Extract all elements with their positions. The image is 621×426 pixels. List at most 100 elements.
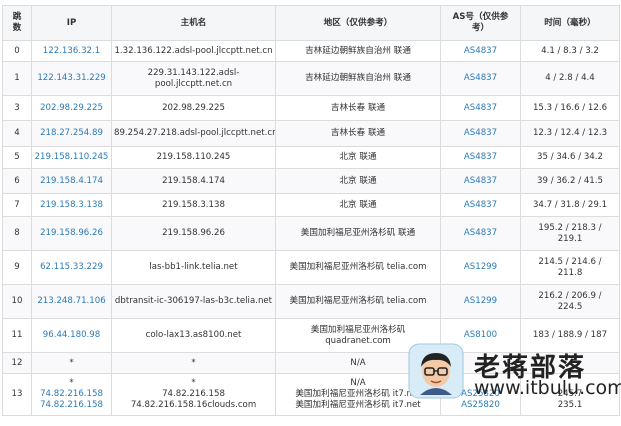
cell-time: 34.7 / 31.8 / 29.1 (520, 193, 620, 217)
cell-ip: 219.158.3.138 (31, 193, 112, 217)
table-row: 3 202.98.29.225 202.98.29.225 吉林长春 联通 AS4837… (2, 95, 620, 121)
cell-hop: 7 (2, 193, 32, 217)
as-link[interactable]: AS4837 (464, 128, 497, 138)
cell-hostname: 89.254.27.218.adsl-pool.jlccptt.net.cn (111, 120, 276, 147)
cell-hop: 11 (2, 318, 32, 353)
cell-hop: 10 (2, 284, 32, 319)
cell-time-text: 39 / 36.2 / 41.5 (537, 175, 603, 186)
cell-region-text: 吉林延边朝鲜族自治州 联通 (305, 45, 411, 56)
cell-hop: 1 (2, 61, 32, 96)
ip-link[interactable]: 219.158.96.26 (40, 228, 103, 238)
ip-link[interactable]: 219.158.3.138 (40, 200, 103, 210)
table-row: 10 213.248.71.106 dbtransit-ic-306197-las-… (2, 284, 620, 319)
cell-time-text: 183 / 188.9 / 187 (532, 330, 608, 340)
cell-time-text: 214.5 / 214.6 / (538, 256, 602, 267)
cell-hostname: 219.158.110.245 (111, 146, 276, 169)
cell-hostname-text: * (191, 357, 196, 368)
cell-region-text: 北京 联通 (339, 175, 377, 186)
cell-hostname: las-bb1-link.telia.net (111, 250, 276, 285)
cell-time: 216.2 / 206.9 /224.5 (520, 284, 620, 319)
as-link[interactable]: AS4837 (464, 200, 497, 210)
ip-link[interactable]: 122.136.32.1 (43, 46, 100, 56)
table-row: 5 219.158.110.245 219.158.110.245 北京 联通 AS48… (2, 146, 620, 169)
cell-time-text: 195.2 / 218.3 / (538, 222, 602, 233)
ip-link[interactable]: 218.27.254.89 (40, 128, 103, 138)
cell-time: 12.3 / 12.4 / 12.3 (520, 120, 620, 147)
table-header-row: 跳数 IP 主机名 地区（仅供参考） AS号（仅供参考） 时间（毫秒） (2, 5, 620, 41)
cell-time-text: 12.3 / 12.4 / 12.3 (532, 128, 608, 138)
cell-hostname: 219.158.3.138 (111, 193, 276, 217)
cell-region: 吉林长春 联通 (275, 120, 441, 147)
ip-link[interactable]: 219.158.110.245 (35, 152, 109, 162)
cell-ip: 122.136.32.1 (31, 40, 112, 62)
cell-region-text: 美国加利福尼亚州洛杉矶 联通 (300, 228, 416, 238)
cell-hop: 4 (2, 120, 32, 147)
as-link[interactable]: AS4837 (464, 73, 497, 83)
as-link[interactable]: AS4837 (464, 152, 497, 162)
cell-time: 15.3 / 16.6 / 12.6 (520, 95, 620, 121)
cell-region: 美国加利福尼亚州洛杉矶 telia.com (275, 250, 441, 285)
cell-ip: 218.27.254.89 (31, 120, 112, 147)
cell-region-text: 美国加利福尼亚州洛杉矶 (310, 324, 406, 335)
cell-as: AS1299 (440, 284, 521, 319)
table-row: 7 219.158.3.138 219.158.3.138 北京 联通 AS4837 34… (2, 193, 620, 217)
cell-hostname-text: 219.158.110.245 (156, 152, 231, 162)
ip-link[interactable]: 202.98.29.225 (40, 103, 103, 113)
cell-as: AS4837 (440, 216, 521, 251)
ip-link[interactable]: 213.248.71.106 (37, 296, 105, 306)
as-link[interactable]: AS4837 (464, 46, 497, 56)
cell-region-text: quadranet.com (325, 335, 391, 346)
cell-time-text: 4.1 / 8.3 / 3.2 (541, 45, 599, 56)
ip-link[interactable]: 74.82.216.158 (40, 389, 103, 399)
cell-region: 吉林长春 联通 (275, 95, 441, 121)
table-row: 0 122.136.32.1 1.32.136.122.adsl-pool.jlcc… (2, 40, 620, 62)
cell-region-text: 美国加利福尼亚州洛杉矶 telia.com (289, 296, 427, 306)
cell-hostname: colo-lax13.as8100.net (111, 318, 276, 353)
as-link[interactable]: AS1299 (464, 296, 497, 306)
cell-ip: 122.143.31.229 (31, 61, 112, 96)
header-ip: IP (31, 5, 112, 41)
cell-hostname-text: las-bb1-link.telia.net (149, 262, 238, 272)
cell-time: 39 / 36.2 / 41.5 (520, 168, 620, 194)
cell-time-text: 15.3 / 16.6 / 12.6 (532, 102, 608, 113)
as-link[interactable]: AS1299 (464, 262, 497, 272)
cell-as: AS4837 (440, 120, 521, 147)
cell-ip: 202.98.29.225 (31, 95, 112, 121)
ip-link[interactable]: 96.44.180.98 (43, 330, 100, 340)
as-link[interactable]: AS4837 (464, 176, 497, 186)
cell-as: AS4837 (440, 146, 521, 169)
cell-region-text: 北京 联通 (339, 152, 377, 162)
cell-hostname-text: 229.31.143.122.adsl- (147, 67, 240, 78)
cell-as: AS4837 (440, 193, 521, 217)
cell-time: 195.2 / 218.3 /219.1 (520, 216, 620, 251)
header-time: 时间（毫秒） (520, 5, 620, 41)
as-link[interactable]: AS4837 (464, 103, 497, 113)
cell-hostname-text: pool.jlccptt.net.cn (154, 78, 233, 89)
cell-hostname-text: 74.82.216.158 (162, 389, 225, 399)
cell-hop: 0 (2, 40, 32, 62)
cell-ip-text: * (69, 357, 74, 368)
cell-region-text: N/A (350, 357, 366, 368)
cell-hostname-text: 74.82.216.158.16clouds.com (130, 400, 257, 410)
as-link[interactable]: AS4837 (464, 228, 497, 238)
cell-hostname: 229.31.143.122.adsl-pool.jlccptt.net.cn (111, 61, 276, 96)
cell-time: 4 / 2.8 / 4.4 (520, 61, 620, 96)
cell-ip: 213.248.71.106 (31, 284, 112, 319)
cell-as: AS4837 (440, 168, 521, 194)
cell-ip: 96.44.180.98 (31, 318, 112, 353)
cell-region-text: 北京 联通 (339, 199, 377, 210)
cell-hostname: 219.158.96.26 (111, 216, 276, 251)
cell-hostname-text: 89.254.27.218.adsl-pool.jlccptt.net.cn (114, 128, 276, 138)
ip-link[interactable]: 62.115.33.229 (40, 262, 103, 272)
cell-hostname-text: 219.158.3.138 (162, 199, 225, 210)
ip-link[interactable]: 122.143.31.229 (37, 73, 105, 83)
ip-link[interactable]: 74.82.216.158 (40, 400, 103, 410)
as-link[interactable]: AS8100 (464, 330, 497, 340)
cell-region-text: 美国加利福尼亚州洛杉矶 it7.net (295, 400, 421, 410)
cell-region-text: 吉林延边朝鲜族自治州 联通 (305, 73, 411, 83)
ip-link[interactable]: 219.158.4.174 (40, 176, 103, 186)
cell-hop: 3 (2, 95, 32, 121)
header-as: AS号（仅供参考） (440, 5, 521, 41)
table-row: 4 218.27.254.89 89.254.27.218.adsl-pool.jl… (2, 120, 620, 147)
cell-time: 214.5 / 214.6 /211.8 (520, 250, 620, 285)
